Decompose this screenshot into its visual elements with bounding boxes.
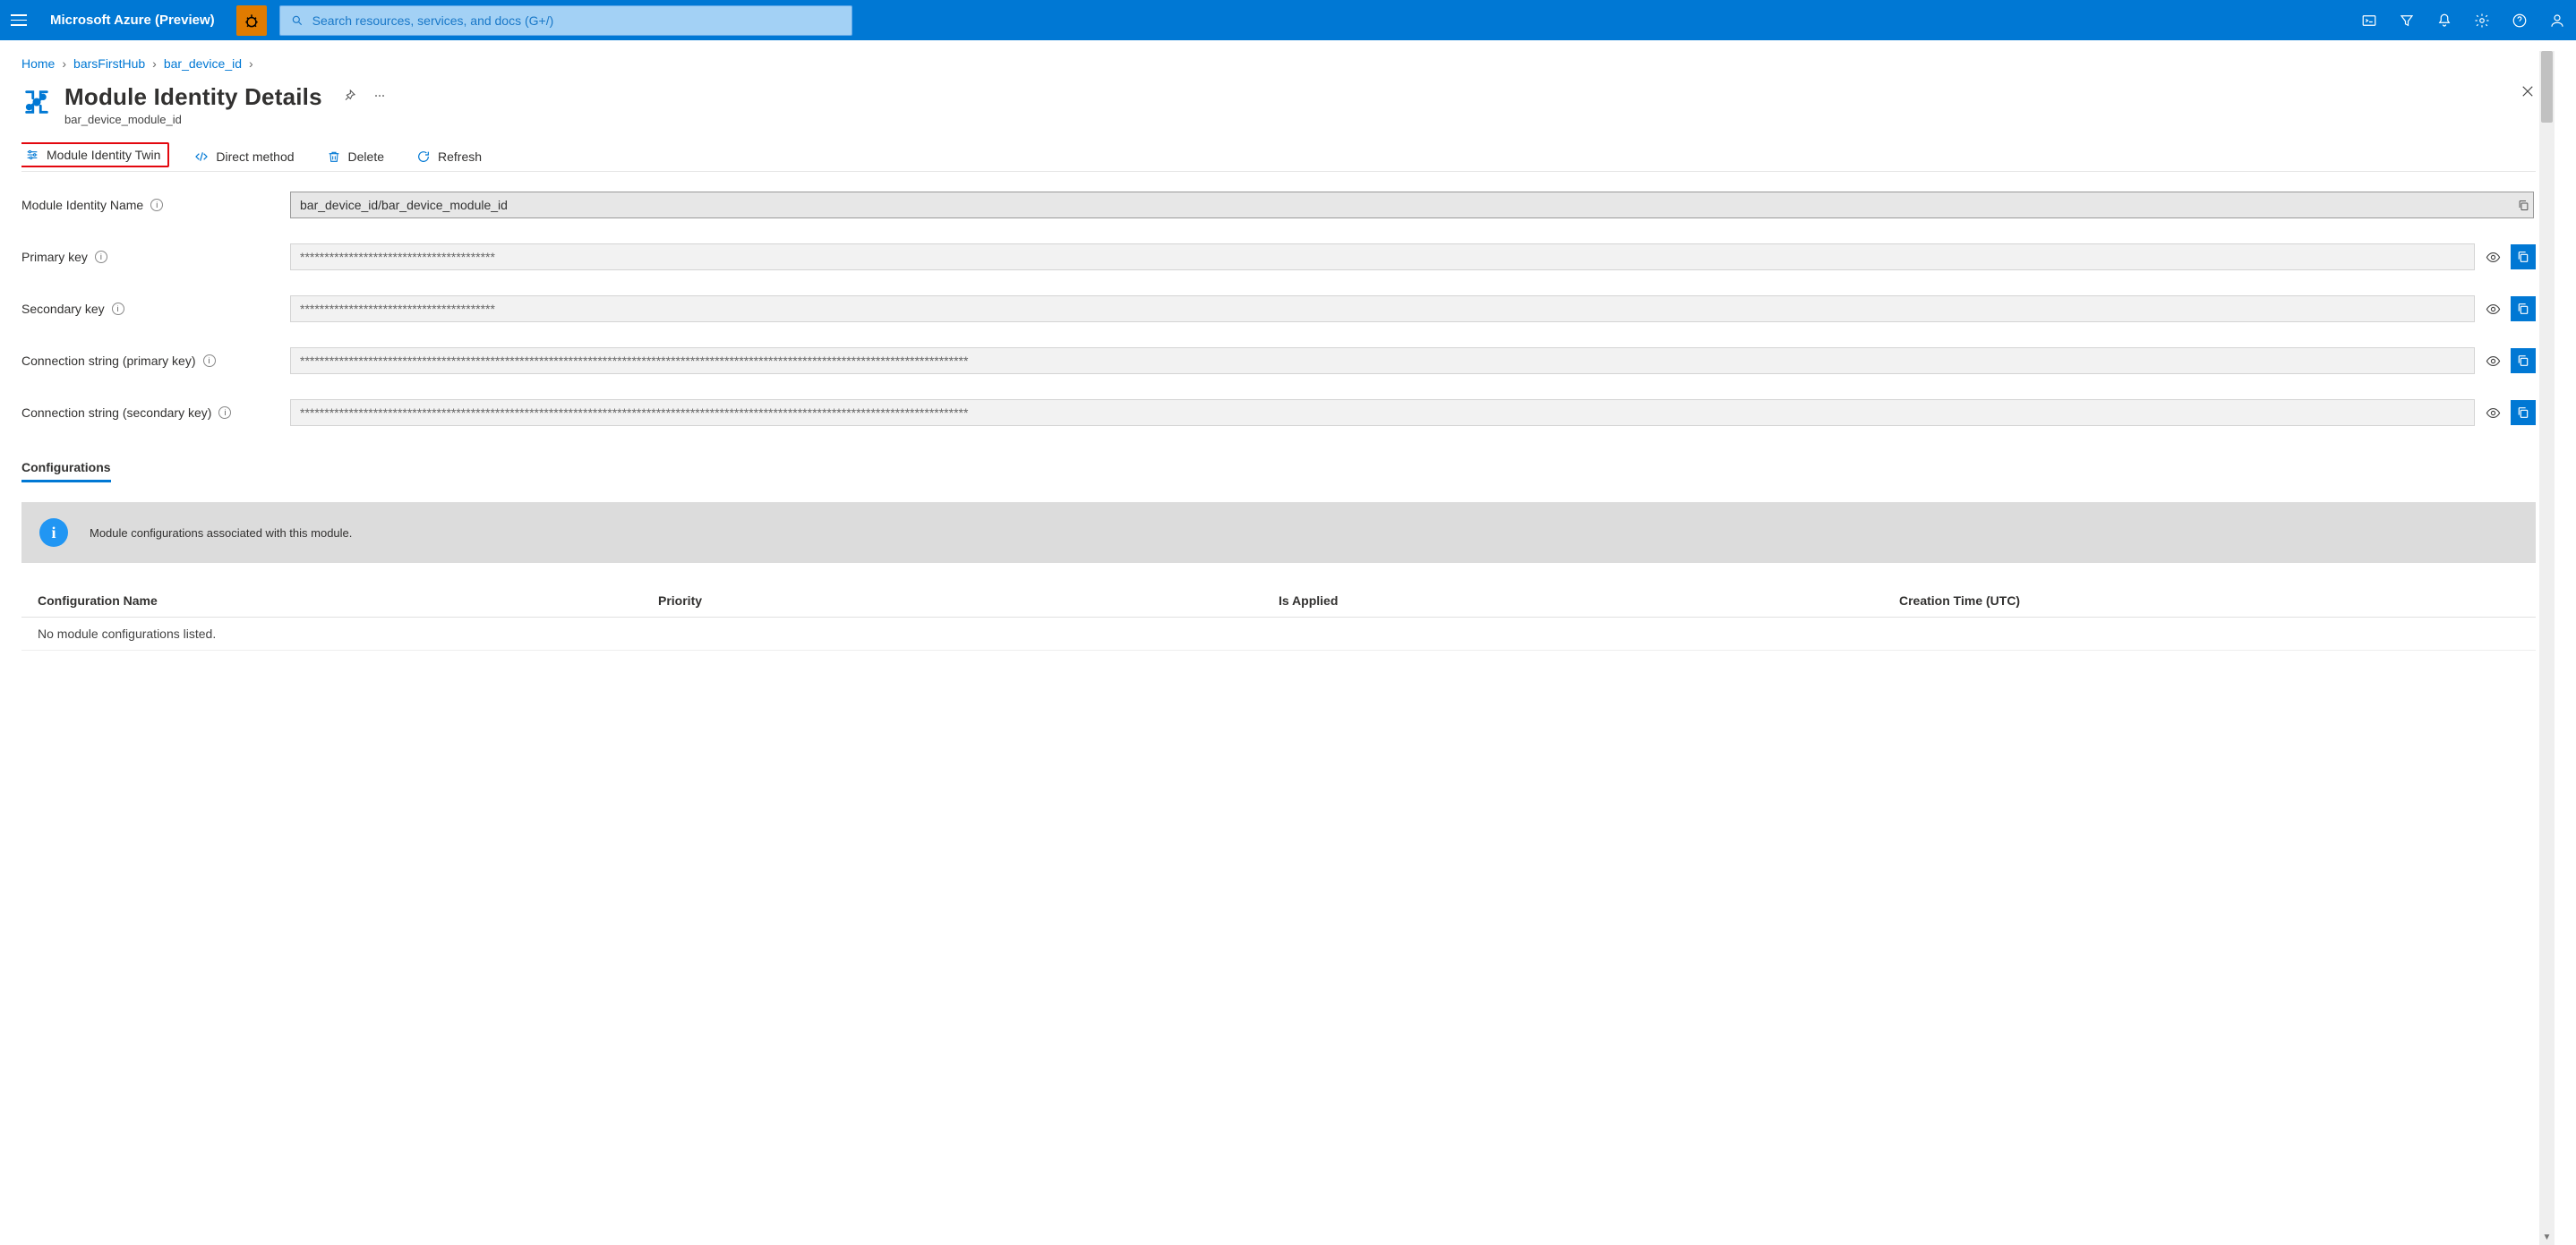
direct-method-button[interactable]: Direct method [187, 144, 301, 169]
breadcrumb-home[interactable]: Home [21, 56, 55, 71]
vertical-scrollbar[interactable]: ▲ ▼ [2539, 51, 2555, 1245]
close-blade-button[interactable] [2520, 83, 2536, 102]
command-bar: Module Identity Twin Direct method Delet… [21, 142, 2536, 172]
module-icon [21, 87, 52, 117]
label-conn-secondary: Connection string (secondary key) [21, 405, 211, 420]
copy-module-name-button[interactable] [2511, 192, 2536, 217]
info-badge-icon: i [39, 518, 68, 547]
preview-bug-button[interactable] [236, 5, 267, 36]
field-secondary-key: **************************************** [290, 295, 2475, 322]
copy-primary-key-button[interactable] [2511, 244, 2536, 269]
refresh-label: Refresh [438, 149, 482, 164]
topbar: Microsoft Azure (Preview) [0, 0, 2576, 40]
copy-icon [2516, 354, 2530, 368]
chevron-right-icon: › [152, 56, 157, 71]
row-conn-primary: Connection string (primary key) i ******… [21, 347, 2536, 374]
delete-label: Delete [348, 149, 384, 164]
label-primary-key: Primary key [21, 250, 88, 264]
bug-icon [243, 12, 261, 30]
trash-icon [327, 149, 341, 164]
refresh-icon [416, 149, 431, 164]
col-config-name: Configuration Name [38, 593, 658, 608]
topbar-actions [2361, 13, 2565, 29]
breadcrumb-device[interactable]: bar_device_id [164, 56, 242, 71]
copy-conn-primary-button[interactable] [2511, 348, 2536, 373]
sliders-icon [25, 148, 39, 162]
direct-method-label: Direct method [216, 149, 294, 164]
page-header: Module Identity Details bar_device_modul… [21, 83, 2536, 126]
info-icon[interactable]: i [150, 199, 163, 211]
info-icon[interactable]: i [95, 251, 107, 263]
table-header: Configuration Name Priority Is Applied C… [21, 584, 2536, 618]
scroll-down-arrow[interactable]: ▼ [2539, 1230, 2555, 1245]
breadcrumb-hub[interactable]: barsFirstHub [73, 56, 145, 71]
notifications-icon[interactable] [2436, 13, 2452, 29]
module-identity-twin-button[interactable]: Module Identity Twin [21, 142, 169, 167]
more-icon[interactable] [372, 89, 387, 103]
table-row-empty: No module configurations listed. [21, 618, 2536, 651]
row-module-identity-name: Module Identity Name i bar_device_id/bar… [21, 192, 2536, 218]
row-primary-key: Primary key i **************************… [21, 243, 2536, 270]
info-icon[interactable]: i [112, 303, 124, 315]
eye-icon [2486, 354, 2501, 369]
label-conn-primary: Connection string (primary key) [21, 354, 196, 368]
col-is-applied: Is Applied [1279, 593, 1899, 608]
close-icon [2520, 83, 2536, 99]
module-identity-twin-label: Module Identity Twin [47, 148, 160, 162]
info-icon[interactable]: i [203, 354, 216, 367]
empty-state-text: No module configurations listed. [38, 627, 658, 641]
field-conn-primary: ****************************************… [290, 347, 2475, 374]
filter-icon[interactable] [2399, 13, 2415, 29]
eye-icon [2486, 405, 2501, 421]
copy-icon [2516, 250, 2530, 264]
pin-icon[interactable] [342, 89, 356, 103]
configurations-table: Configuration Name Priority Is Applied C… [21, 584, 2536, 651]
copy-icon [2516, 405, 2530, 420]
reveal-conn-secondary-button[interactable] [2480, 400, 2505, 425]
chevron-right-icon: › [62, 56, 66, 71]
cloud-shell-icon[interactable] [2361, 13, 2377, 29]
row-secondary-key: Secondary key i ************************… [21, 295, 2536, 322]
copy-conn-secondary-button[interactable] [2511, 400, 2536, 425]
details-form: Module Identity Name i bar_device_id/bar… [21, 192, 2536, 426]
reveal-secondary-key-button[interactable] [2480, 296, 2505, 321]
feedback-icon[interactable] [2549, 13, 2565, 29]
breadcrumb: Home › barsFirstHub › bar_device_id › [21, 51, 2536, 83]
col-priority: Priority [658, 593, 1279, 608]
page-title: Module Identity Details [64, 83, 322, 111]
copy-icon [2516, 302, 2530, 316]
configurations-tab[interactable]: Configurations [21, 460, 111, 482]
field-conn-secondary: ****************************************… [290, 399, 2475, 426]
configurations-info-banner: i Module configurations associated with … [21, 502, 2536, 563]
info-icon[interactable]: i [218, 406, 231, 419]
code-icon [194, 149, 209, 164]
row-conn-secondary: Connection string (secondary key) i ****… [21, 399, 2536, 426]
eye-icon [2486, 302, 2501, 317]
label-secondary-key: Secondary key [21, 302, 105, 316]
scroll-thumb[interactable] [2541, 51, 2553, 123]
hamburger-menu[interactable] [11, 10, 32, 31]
search-input[interactable] [312, 13, 841, 28]
field-primary-key: **************************************** [290, 243, 2475, 270]
field-module-identity-name: bar_device_id/bar_device_module_id [290, 192, 2534, 218]
eye-icon [2486, 250, 2501, 265]
chevron-right-icon: › [249, 56, 253, 71]
delete-button[interactable]: Delete [320, 144, 391, 169]
configurations-info-text: Module configurations associated with th… [90, 526, 352, 540]
refresh-button[interactable]: Refresh [409, 144, 489, 169]
global-search[interactable] [279, 5, 852, 36]
search-icon [291, 14, 304, 27]
reveal-primary-key-button[interactable] [2480, 244, 2505, 269]
col-creation-time: Creation Time (UTC) [1899, 593, 2520, 608]
brand-label[interactable]: Microsoft Azure (Preview) [50, 13, 215, 28]
copy-secondary-key-button[interactable] [2511, 296, 2536, 321]
reveal-conn-primary-button[interactable] [2480, 348, 2505, 373]
page-subtitle: bar_device_module_id [64, 113, 322, 126]
settings-icon[interactable] [2474, 13, 2490, 29]
copy-icon [2517, 199, 2530, 212]
label-module-identity-name: Module Identity Name [21, 198, 143, 212]
help-icon[interactable] [2512, 13, 2528, 29]
